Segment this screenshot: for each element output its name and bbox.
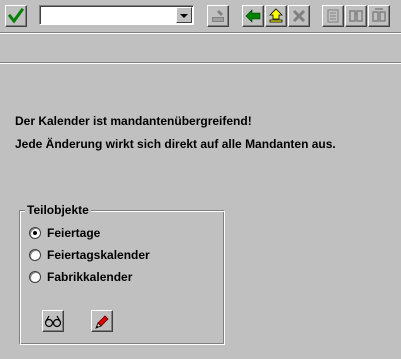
radio-label: Fabrikkalender (47, 270, 133, 284)
radio-feiertagskalender[interactable]: Feiertagskalender (29, 247, 150, 263)
command-dropdown-button[interactable] (176, 7, 192, 23)
find-next-icon (371, 8, 387, 24)
find-icon (348, 8, 364, 24)
radio-label: Feiertagskalender (47, 248, 150, 262)
command-field[interactable] (39, 5, 194, 25)
command-input[interactable] (42, 7, 176, 23)
find-button[interactable] (345, 5, 367, 27)
application-toolbar (0, 34, 401, 62)
exit-button[interactable] (265, 5, 287, 27)
chevron-down-icon (180, 8, 188, 22)
find-next-button[interactable] (368, 5, 390, 27)
radio-label: Feiertage (47, 226, 101, 240)
back-icon (245, 8, 261, 24)
message-line-1: Der Kalender ist mandantenübergreifend! (15, 114, 252, 128)
cancel-icon (291, 8, 307, 24)
radio-button[interactable] (29, 227, 41, 239)
system-toolbar (0, 0, 401, 32)
application-toolbar-separator (0, 62, 401, 64)
radio-fabrikkalender[interactable]: Fabrikkalender (29, 269, 132, 285)
print-icon (325, 8, 341, 24)
cancel-button[interactable] (288, 5, 310, 27)
radio-feiertage[interactable]: Feiertage (29, 225, 100, 241)
radio-button[interactable] (29, 249, 41, 261)
change-button[interactable] (91, 310, 113, 332)
display-button[interactable] (42, 310, 64, 332)
radio-button[interactable] (29, 271, 41, 283)
back-button[interactable] (242, 5, 264, 27)
save-button[interactable] (207, 5, 229, 27)
enter-button[interactable] (5, 5, 27, 27)
pencil-icon (94, 313, 110, 329)
groupbox-title: Teilobjekte (25, 203, 91, 217)
print-button[interactable] (322, 5, 344, 27)
exit-icon (268, 8, 284, 24)
message-line-2: Jede Änderung wirkt sich direkt auf alle… (15, 137, 336, 151)
glasses-icon (44, 314, 62, 328)
check-icon (8, 8, 24, 24)
save-icon (210, 8, 226, 24)
